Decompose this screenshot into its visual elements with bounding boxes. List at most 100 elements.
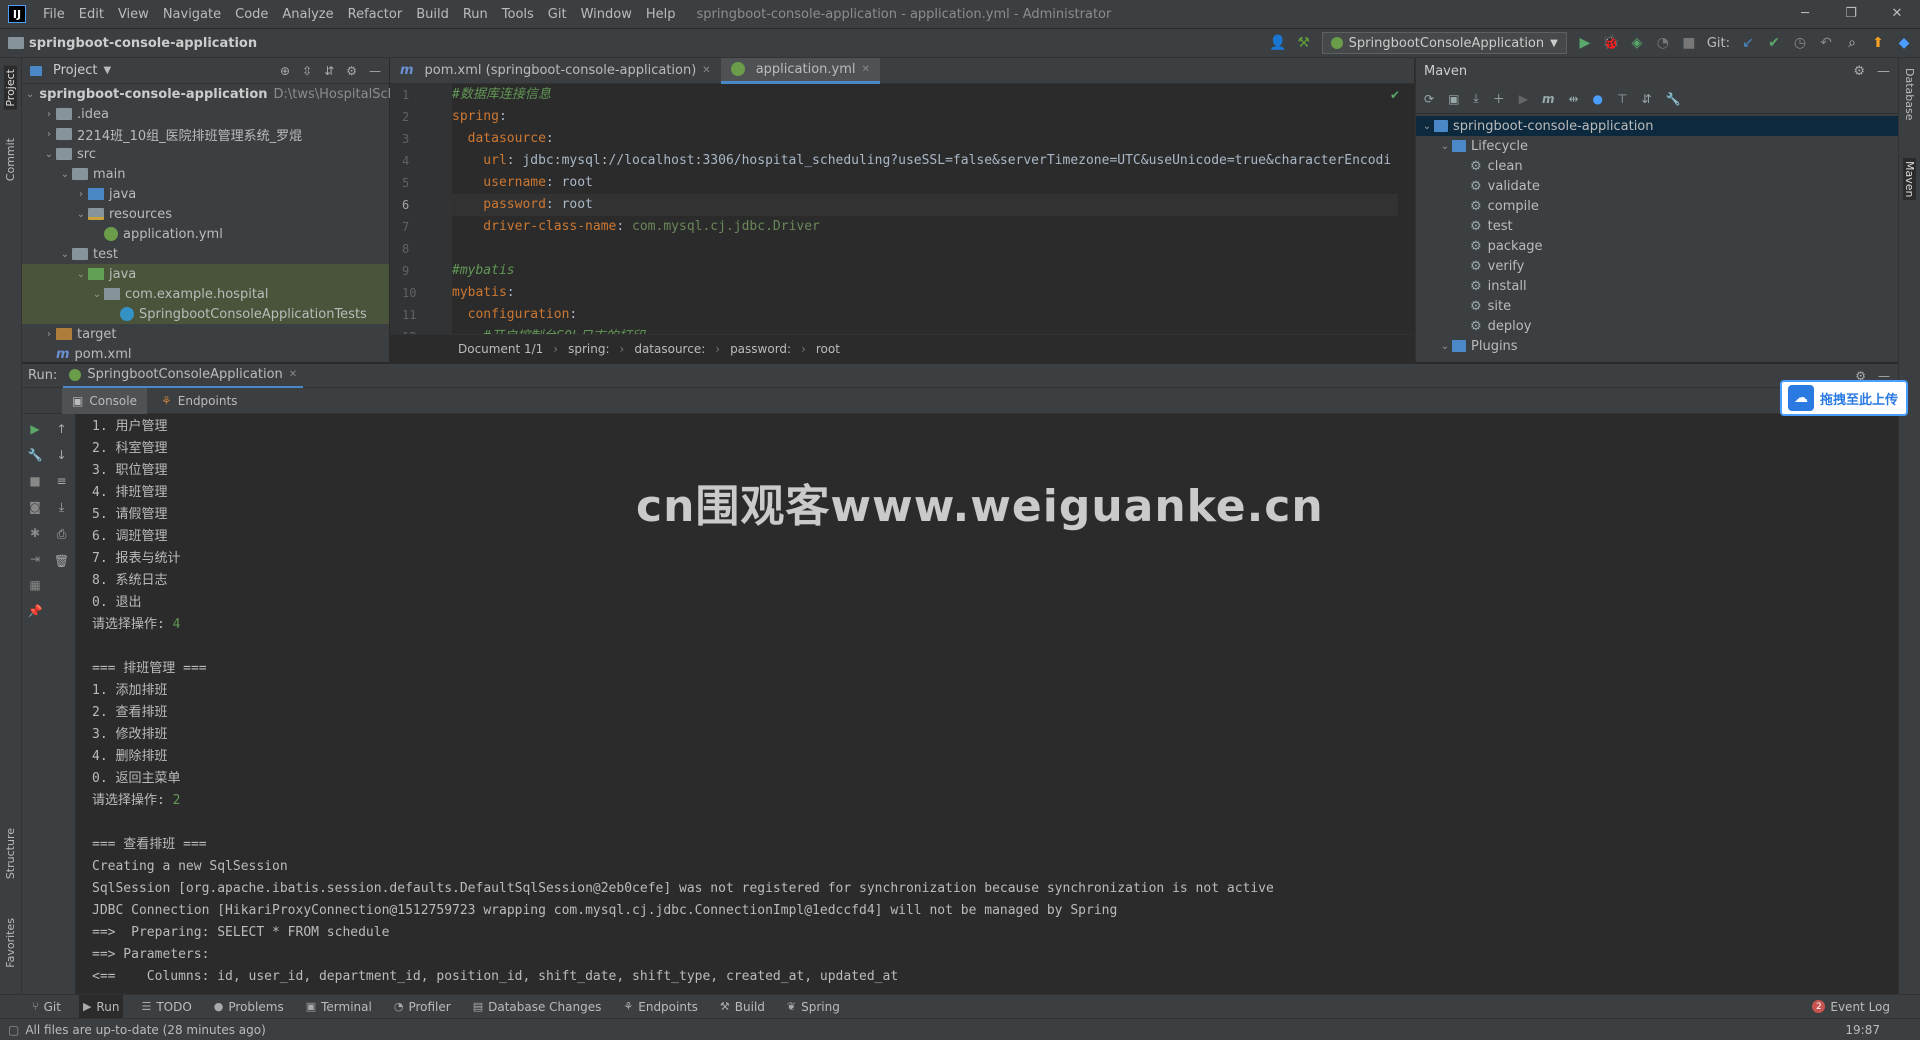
tool-spring[interactable]: ❦ Spring bbox=[783, 995, 844, 1019]
breadcrumb-item[interactable]: password: bbox=[730, 342, 791, 356]
add-icon[interactable]: ＋ bbox=[1493, 90, 1505, 107]
print-icon[interactable]: ⎙ bbox=[57, 527, 67, 542]
build-hammer-icon[interactable]: ⚒ bbox=[1296, 35, 1312, 51]
run-configuration-select[interactable]: SpringbootConsoleApplication ▼ bbox=[1321, 32, 1567, 54]
maven-goal-verify[interactable]: ⚙ verify bbox=[1416, 256, 1898, 276]
scroll-up-icon[interactable]: ↑ bbox=[56, 422, 66, 436]
maven-tool-button[interactable]: Maven bbox=[1903, 158, 1916, 201]
maven-lifecycle-node[interactable]: ⌄ Lifecycle bbox=[1416, 136, 1898, 156]
console-tab[interactable]: ▣ Console bbox=[62, 387, 147, 414]
tool-problems[interactable]: ● Problems bbox=[210, 995, 288, 1019]
menu-window[interactable]: Window bbox=[574, 7, 639, 22]
breadcrumb-item[interactable]: datasource: bbox=[634, 342, 705, 356]
upload-button[interactable]: ☁ 拖拽至此上传 bbox=[1780, 380, 1908, 416]
menu-analyze[interactable]: Analyze bbox=[275, 7, 340, 22]
maven-plugins-node[interactable]: ⌄ Plugins bbox=[1416, 336, 1898, 356]
tool-terminal[interactable]: ▣ Terminal bbox=[302, 995, 376, 1019]
stop-icon[interactable]: ■ bbox=[1681, 35, 1697, 51]
close-icon[interactable]: ✕ bbox=[289, 369, 297, 380]
breadcrumb-item[interactable]: root bbox=[816, 342, 840, 356]
wrench-icon[interactable]: 🔧 bbox=[1666, 92, 1681, 106]
hide-icon[interactable]: — bbox=[1877, 64, 1890, 79]
maven-goal-package[interactable]: ⚙ package bbox=[1416, 236, 1898, 256]
close-icon[interactable]: ✕ bbox=[862, 64, 870, 75]
git-history-icon[interactable]: ◷ bbox=[1792, 35, 1808, 51]
toggle-offline-icon[interactable]: ⇹ bbox=[1568, 92, 1578, 106]
skip-tests-icon[interactable]: ● bbox=[1593, 92, 1603, 106]
scroll-to-end-icon[interactable]: ⤓ bbox=[59, 500, 64, 515]
gear-icon[interactable]: ⚙ bbox=[346, 64, 357, 78]
generate-sources-icon[interactable]: ▣ bbox=[1448, 92, 1459, 106]
soft-wrap-icon[interactable]: ≡ bbox=[56, 474, 66, 488]
close-icon[interactable]: ✕ bbox=[702, 65, 710, 76]
project-tree-item[interactable]: application.yml bbox=[22, 224, 389, 244]
editor-tab[interactable]: application.yml ✕ bbox=[720, 57, 880, 84]
console-output[interactable]: 1. 用户管理 2. 科室管理 3. 职位管理 4. 排班管理 5. 请假管理 6. 调班… bbox=[92, 416, 1868, 990]
exit-icon[interactable]: ⇥ bbox=[30, 552, 40, 566]
menu-help[interactable]: Help bbox=[639, 7, 683, 22]
project-tree-item[interactable]: SpringbootConsoleApplicationTests bbox=[22, 304, 389, 324]
project-breadcrumb[interactable]: springboot-console-application bbox=[29, 36, 257, 51]
run-icon[interactable]: ▶ bbox=[1577, 35, 1593, 51]
project-tree-item[interactable]: › 2214班_10组_医院排班管理系统_罗焜 bbox=[22, 124, 389, 144]
project-tree-item[interactable]: ⌄ springboot-console-application D:\tws\Ho… bbox=[22, 84, 412, 104]
run-icon[interactable]: ▶ bbox=[1519, 92, 1528, 106]
project-tree-item[interactable]: ⌄ com.example.hospital bbox=[22, 284, 389, 304]
layout-icon[interactable]: ▦ bbox=[29, 578, 40, 592]
code-area[interactable]: #数据库连接信息 spring: datasource: url: jdbc:my… bbox=[452, 84, 1398, 334]
menu-view[interactable]: View bbox=[111, 7, 156, 22]
maven-goal-site[interactable]: ⚙ site bbox=[1416, 296, 1898, 316]
menu-refactor[interactable]: Refactor bbox=[341, 7, 410, 22]
menu-tools[interactable]: Tools bbox=[495, 7, 541, 22]
maven-project-node[interactable]: ⌄ springboot-console-application bbox=[1416, 116, 1898, 136]
collapse-all-icon[interactable]: ⇵ bbox=[1641, 92, 1651, 106]
project-tree-item[interactable]: ⌄ main bbox=[22, 164, 389, 184]
tool-build[interactable]: ⚒ Build bbox=[716, 995, 769, 1019]
menu-navigate[interactable]: Navigate bbox=[156, 7, 228, 22]
favorites-tool-button[interactable]: Favorites bbox=[4, 918, 17, 968]
profile-icon[interactable]: ◔ bbox=[1655, 35, 1671, 51]
git-commit-icon[interactable]: ✔ bbox=[1766, 35, 1782, 51]
wrench-icon[interactable]: 🔧 bbox=[28, 448, 43, 462]
menu-git[interactable]: Git bbox=[541, 7, 574, 22]
run-tab[interactable]: SpringbootConsoleApplication ✕ bbox=[63, 364, 304, 388]
endpoints-tab[interactable]: ⚘ Endpoints bbox=[151, 388, 247, 414]
breadcrumb-item[interactable]: spring: bbox=[568, 342, 609, 356]
hide-icon[interactable]: — bbox=[369, 64, 381, 78]
tool-database-changes[interactable]: ▤ Database Changes bbox=[469, 995, 606, 1019]
project-tree-item[interactable]: ⌄ src bbox=[22, 144, 389, 164]
tool-profiler[interactable]: ◔ Profiler bbox=[390, 995, 455, 1019]
project-tree-item[interactable]: › target bbox=[22, 324, 389, 344]
execute-goal-icon[interactable]: m bbox=[1542, 92, 1555, 106]
stop-icon[interactable]: ■ bbox=[29, 474, 40, 488]
menu-file[interactable]: File bbox=[36, 7, 72, 22]
project-tool-button[interactable]: Project bbox=[4, 66, 17, 110]
show-dependencies-icon[interactable]: ⊤ bbox=[1617, 92, 1627, 106]
menu-build[interactable]: Build bbox=[409, 7, 456, 22]
coverage-icon[interactable]: ◈ bbox=[1629, 35, 1645, 51]
download-icon[interactable]: ⤓ bbox=[1473, 91, 1478, 106]
bug-icon[interactable]: ✱ bbox=[30, 526, 40, 540]
collapse-all-icon[interactable]: ⇵ bbox=[324, 64, 334, 78]
chevron-down-icon[interactable]: ▼ bbox=[103, 65, 111, 76]
project-panel-title[interactable]: Project bbox=[53, 63, 97, 78]
project-tree-item[interactable]: ⌄ test bbox=[22, 244, 389, 264]
git-update-icon[interactable]: ↙ bbox=[1740, 35, 1756, 51]
menu-edit[interactable]: Edit bbox=[72, 7, 111, 22]
jetbrains-icon[interactable]: ◆ bbox=[1896, 35, 1912, 51]
menu-run[interactable]: Run bbox=[456, 7, 495, 22]
search-icon[interactable]: ⌕ bbox=[1844, 35, 1860, 51]
tool-todo[interactable]: ☰ TODO bbox=[137, 995, 195, 1019]
tool-endpoints[interactable]: ⚘ Endpoints bbox=[619, 995, 702, 1019]
locate-icon[interactable]: ⊕ bbox=[280, 64, 290, 78]
project-tree-item[interactable]: m pom.xml bbox=[22, 344, 389, 364]
breadcrumb-item[interactable]: Document 1/1 bbox=[458, 342, 543, 356]
tool-run[interactable]: ▶ Run bbox=[78, 994, 124, 1019]
database-tool-button[interactable]: Database bbox=[1903, 68, 1916, 121]
minimize-icon[interactable]: ─ bbox=[1782, 0, 1828, 28]
debug-icon[interactable]: 🐞 bbox=[1602, 35, 1619, 51]
camera-icon[interactable]: ◙ bbox=[29, 500, 41, 514]
maven-goal-install[interactable]: ⚙ install bbox=[1416, 276, 1898, 296]
reload-icon[interactable]: ⟳ bbox=[1424, 92, 1434, 106]
scroll-down-icon[interactable]: ↓ bbox=[56, 448, 66, 462]
